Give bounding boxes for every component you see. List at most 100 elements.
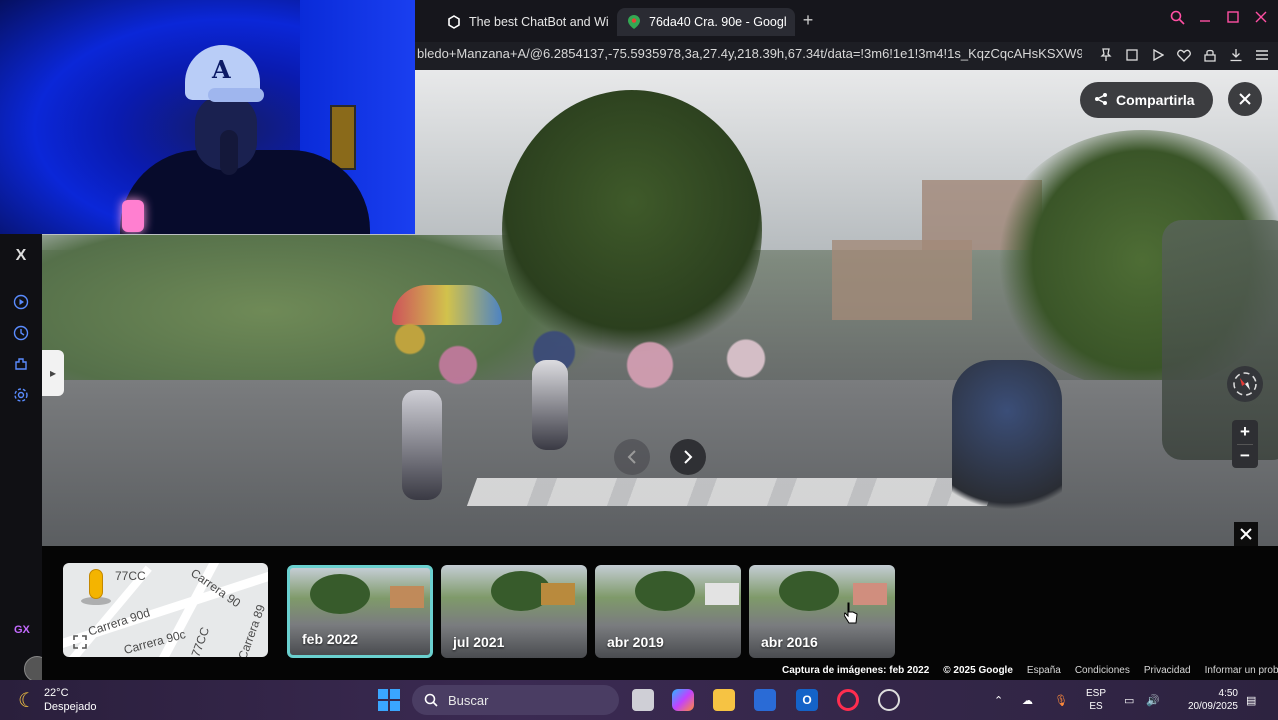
tab-google-maps[interactable]: 76da40 Cra. 90e - Googl [617,8,795,36]
pegman-icon[interactable] [89,569,103,599]
street-label: Carrera 89 [235,602,268,657]
clock-time: 4:50 [1218,688,1238,699]
chevron-right-icon: ▸ [49,366,57,380]
weather-widget[interactable]: ☾ 22°C Despejado [18,686,97,714]
compass-icon [1233,372,1257,396]
footer-link[interactable]: Informar un problema [1205,665,1278,676]
tab-chatbot[interactable]: The best ChatBot and Wi [437,8,612,36]
microphone-icon[interactable]: 🎙 [1054,680,1068,720]
chatgpt-icon [447,15,461,29]
street-label: 77CC [188,625,213,657]
footer-link[interactable]: Condiciones [1075,665,1130,676]
weather-desc: Despejado [43,701,97,713]
lang-bottom: ES [1089,701,1103,712]
chevron-left-icon [627,450,636,464]
notifications-icon[interactable]: ▤ [1246,680,1256,720]
share-label: Compartirla [1116,92,1195,108]
zoom-out-button[interactable]: − [1232,444,1258,468]
screen: A The best ChatBot and Wi 76da40 Cra. 90… [0,0,1278,720]
footer-link[interactable]: Privacidad [1144,665,1191,676]
clock-date: 20/09/2025 [1187,701,1238,712]
thumbnail-date: abr 2016 [761,634,818,650]
outlook-icon[interactable]: O [796,689,818,711]
zoom-control: + − [1232,420,1258,468]
close-window-icon[interactable] [1251,10,1271,28]
language-indicator[interactable]: ESP ES [1086,687,1106,713]
fullscreen-icon[interactable] [71,633,89,651]
timeline-thumbnail[interactable]: abr 2016 [749,565,895,658]
play-icon[interactable] [1150,46,1166,64]
file-explorer-icon[interactable] [713,689,735,711]
snapshot-icon[interactable] [1124,46,1140,64]
player-icon[interactable] [11,292,31,312]
extensions-icon[interactable] [11,354,31,374]
maximize-icon[interactable] [1223,10,1243,28]
timeline-thumbnail[interactable]: feb 2022 [287,565,433,658]
thumbnail-date: abr 2019 [607,634,664,650]
history-icon[interactable] [11,323,31,343]
heart-icon[interactable] [1176,46,1192,64]
url-field[interactable]: bledo+Manzana+A/@6.2854137,-75.5935978,3… [417,46,1082,61]
settings-gear-icon[interactable] [11,385,31,405]
taskbar-search[interactable]: Buscar [412,685,619,715]
tab-label: The best ChatBot and Wi [469,15,609,29]
expand-panel-handle[interactable]: ▸ [42,350,64,396]
timeline-thumbnail[interactable]: abr 2019 [595,565,741,658]
cloud-icon[interactable]: ☁ [1022,680,1033,720]
close-timeline-button[interactable] [1234,522,1258,546]
start-button[interactable] [378,689,400,711]
street-label: Carrera 90c [122,627,188,657]
map-footer: Captura de imágenes: feb 2022 © 2025 Goo… [782,665,1278,676]
compass-button[interactable] [1227,366,1263,402]
zoom-in-button[interactable]: + [1232,420,1258,444]
webcam-overlay: A [0,0,415,234]
chevron-right-icon [684,450,693,464]
copyright: © 2025 Google [943,665,1013,676]
browser-sidebar: X [0,234,42,680]
clock[interactable]: 4:50 20/09/2025 [1178,687,1238,713]
menu-icon[interactable] [1254,46,1270,64]
task-view-icon[interactable] [632,689,654,711]
address-bar-icons [1098,46,1270,64]
footer-link[interactable]: España [1027,665,1061,676]
address-bar[interactable]: bledo+Manzana+A/@6.2854137,-75.5935978,3… [415,42,1278,70]
browser-tab-bar: The best ChatBot and Wi 76da40 Cra. 90e … [415,0,1278,42]
next-photo-button[interactable] [670,439,706,475]
minimap[interactable]: 77CC Carrera 90 Carrera 90d Carrera 90c … [63,563,268,657]
close-icon [1240,528,1252,540]
tab-label: 76da40 Cra. 90e - Googl [649,15,787,29]
previous-photo-button[interactable] [614,439,650,475]
timeline-thumbnail[interactable]: jul 2021 [441,565,587,658]
copilot-icon[interactable] [672,689,694,711]
search-icon [424,693,438,707]
opera-gx-icon[interactable] [837,689,859,711]
capture-date: Captura de imágenes: feb 2022 [782,665,930,676]
minimize-icon[interactable] [1195,10,1215,28]
wallet-icon[interactable] [1202,46,1218,64]
street-label: 77CC [115,569,146,583]
thumbnail-date: feb 2022 [302,631,359,647]
new-tab-button[interactable]: + [797,10,819,31]
share-icon [1094,92,1108,109]
app-icon[interactable] [878,689,900,711]
share-button[interactable]: Compartirla [1080,82,1213,118]
search-placeholder: Buscar [448,692,489,708]
sidebar-x-button[interactable]: X [11,246,31,266]
pin-icon[interactable] [1098,46,1114,64]
weather-temp: 22°C [43,687,69,699]
volume-icon[interactable]: 🔊 [1146,680,1160,720]
street-view-timeline: 77CC Carrera 90 Carrera 90d Carrera 90c … [42,522,1278,680]
mouse-cursor-icon [843,602,858,624]
download-icon[interactable] [1228,46,1244,64]
close-icon [1239,93,1251,105]
maps-pin-icon [627,15,641,29]
windows-taskbar: ☾ 22°C Despejado Buscar O ⌃ ☁ 🎙 ESP ES ▭… [0,680,1278,720]
search-tabs-icon[interactable] [1167,10,1187,30]
gx-badge[interactable]: GX [14,624,30,636]
network-icon[interactable]: ▭ [1124,680,1134,720]
thumbnail-date: jul 2021 [453,634,505,650]
store-icon[interactable] [754,689,776,711]
close-street-view-button[interactable] [1228,82,1262,116]
chevron-up-icon[interactable]: ⌃ [994,680,1003,720]
moon-icon: ☾ [18,689,36,712]
